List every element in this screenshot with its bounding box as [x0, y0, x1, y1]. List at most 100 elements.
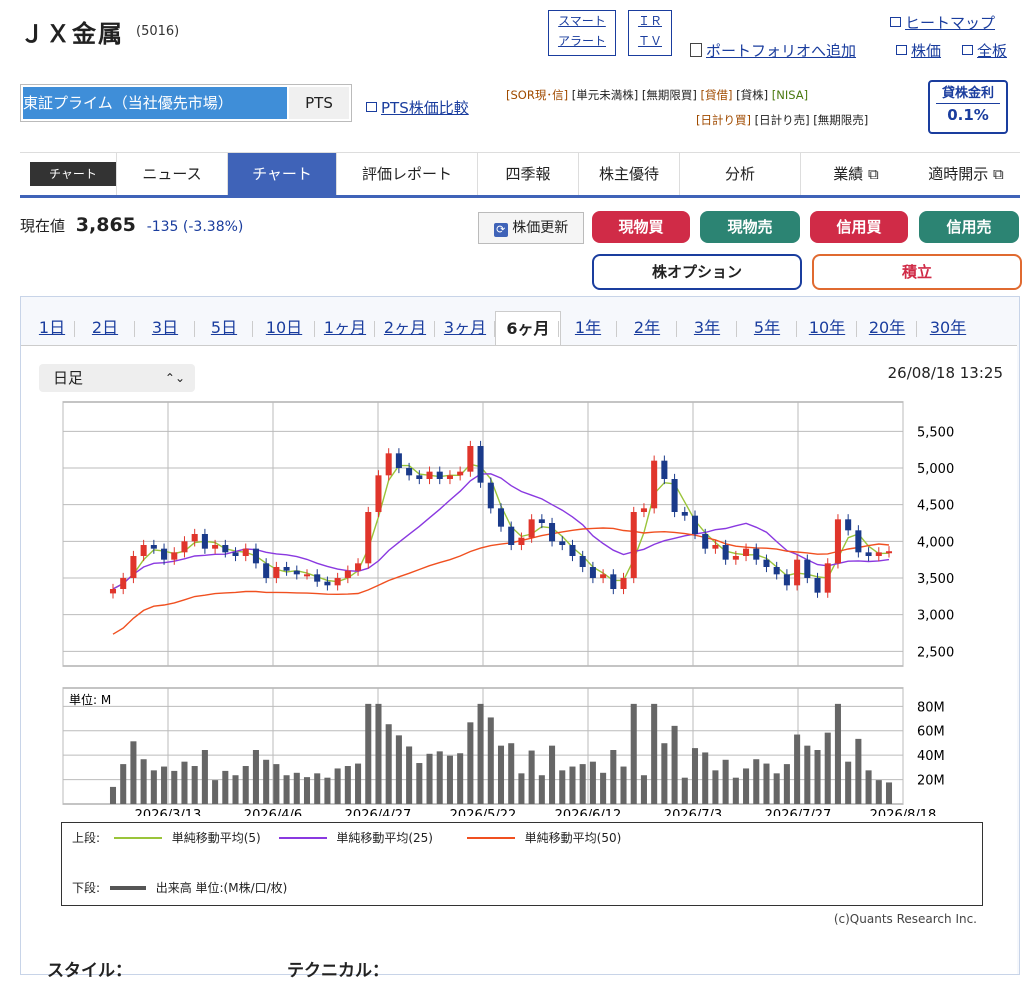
volume-bar [426, 753, 433, 804]
legend-ma5-swatch [113, 837, 162, 839]
volume-bar [497, 745, 505, 804]
tag-kashi: [貸借] [700, 88, 733, 102]
volume-bar [140, 759, 147, 804]
tab-chart[interactable]: チャート [228, 153, 337, 195]
portfolio-label: ポートフォリオへ追加 [706, 42, 857, 60]
option-button[interactable]: 株オプション [592, 254, 802, 290]
candle-body [467, 446, 474, 472]
update-price-button[interactable]: ⟳ 株価更新 [478, 212, 584, 244]
period-tab-14[interactable]: 20年 [857, 311, 917, 345]
volume-bar [538, 775, 545, 804]
candle-body [436, 471, 443, 479]
volume-bar [385, 724, 392, 804]
zenban-link[interactable]: 全板 [962, 40, 1007, 61]
candle-body [845, 519, 852, 531]
period-tab-11[interactable]: 3年 [677, 311, 737, 345]
gensell-button[interactable]: 現物売 [700, 211, 800, 243]
volume-bar [375, 703, 382, 804]
candle-body [600, 574, 607, 578]
tag-hisell: [日計り売] [754, 113, 810, 127]
volume-bar [875, 780, 882, 804]
y-tick-label: 2,500 [917, 645, 954, 660]
period-tab-0[interactable]: 1日 [29, 311, 75, 345]
volume-bar [630, 703, 637, 804]
period-tab-13[interactable]: 10年 [797, 311, 857, 345]
tab-yutai[interactable]: 株主優待 [579, 153, 680, 195]
volume-bar [712, 770, 719, 804]
candle-body [691, 515, 699, 534]
candle-body [477, 446, 484, 483]
volume-bar [783, 764, 790, 804]
volume-bar [467, 722, 474, 804]
volume-bar [722, 759, 729, 804]
kabuka-link[interactable]: 株価 [896, 40, 941, 61]
candle-body [559, 541, 566, 545]
volume-bar [263, 759, 270, 804]
tab-chip[interactable]: チャート [20, 153, 117, 195]
price-bar: 現在値 3,865 -135 (-3.38%) [20, 214, 243, 236]
volume-bar [446, 755, 453, 804]
candle-body [549, 523, 556, 542]
volume-bar [804, 745, 811, 804]
period-tab-5[interactable]: 1ヶ月 [315, 311, 375, 345]
tab-kaiji[interactable]: 適時開示 ⧉ [912, 153, 1020, 195]
candle-body [794, 559, 801, 586]
tag-hibuy: [日計り買] [696, 113, 751, 127]
shinbuy-button[interactable]: 信用買 [810, 211, 908, 243]
legend-ma50-label: 単純移動平均(50) [524, 831, 622, 845]
pts-compare-link[interactable]: PTS株価比較 [366, 97, 469, 118]
market-selector: 東証プライム（当社優先市場） PTS [20, 84, 352, 122]
tab-analysis[interactable]: 分析 [680, 153, 801, 195]
shinsell-button[interactable]: 信用売 [919, 211, 1019, 243]
smart-alert-button[interactable]: スマート アラート [548, 10, 616, 56]
tab-report[interactable]: 評価レポート [337, 153, 478, 195]
volume-bar [620, 766, 627, 804]
candle-body [171, 552, 178, 560]
volume-bar [794, 734, 801, 804]
candle-body [763, 559, 770, 567]
period-tab-12[interactable]: 5年 [737, 311, 797, 345]
period-tab-15[interactable]: 30年 [917, 311, 979, 345]
period-tab-2[interactable]: 3日 [135, 311, 195, 345]
period-tab-9[interactable]: 1年 [559, 311, 617, 345]
heatmap-link[interactable]: ヒートマップ [890, 12, 995, 33]
lending-rate-box[interactable]: 貸株金利 0.1% [928, 80, 1008, 134]
x-tick-label: 2026/7/3 [664, 808, 722, 816]
period-tab-1[interactable]: 2日 [75, 311, 135, 345]
tab-gyoseki[interactable]: 業績 ⧉ [801, 153, 911, 195]
candle-body [273, 567, 280, 578]
volume-bar [283, 775, 290, 804]
y-tick-label: 4,500 [917, 499, 954, 514]
y-tick-label: 4,000 [917, 535, 954, 550]
zenban-label: 全板 [977, 42, 1008, 60]
legend-upper-label: 上段: [72, 831, 101, 845]
portfolio-add-link[interactable]: ポートフォリオへ追加 [690, 40, 856, 61]
smart-alert-label-1: スマート [558, 14, 606, 28]
candle-body [201, 534, 208, 549]
period-tab-7[interactable]: 3ヶ月 [435, 311, 495, 345]
tag-tangen: [単元未満株] [571, 88, 639, 102]
market-pts-label: PTS [305, 94, 333, 112]
genbuy-button[interactable]: 現物買 [592, 211, 690, 243]
candle-body [355, 563, 362, 571]
tab-news[interactable]: ニュース [117, 153, 228, 195]
volume-bar [671, 725, 678, 804]
volume-tick-label: 40M [917, 749, 945, 764]
market-tse-prime[interactable]: 東証プライム（当社優先市場） [23, 87, 287, 119]
volume-bar [314, 773, 321, 804]
tab-shikiho[interactable]: 四季報 [478, 153, 579, 195]
candle-body [385, 453, 392, 476]
period-tab-6[interactable]: 2ヶ月 [375, 311, 435, 345]
candle-body [426, 471, 433, 479]
period-tab-10[interactable]: 2年 [617, 311, 677, 345]
ir-tv-button[interactable]: ＩＲ ＴＶ [628, 10, 672, 56]
x-tick-label: 2026/4/27 [345, 808, 412, 816]
period-tab-8[interactable]: 6ヶ月 [495, 311, 561, 346]
tsumitate-button[interactable]: 積立 [812, 254, 1022, 290]
period-tab-4[interactable]: 10日 [253, 311, 315, 345]
period-tab-3[interactable]: 5日 [195, 311, 253, 345]
refresh-icon: ⟳ [493, 223, 508, 237]
market-pts[interactable]: PTS [289, 87, 349, 119]
legend-ma25-swatch [278, 837, 327, 839]
candle-body [518, 537, 525, 545]
